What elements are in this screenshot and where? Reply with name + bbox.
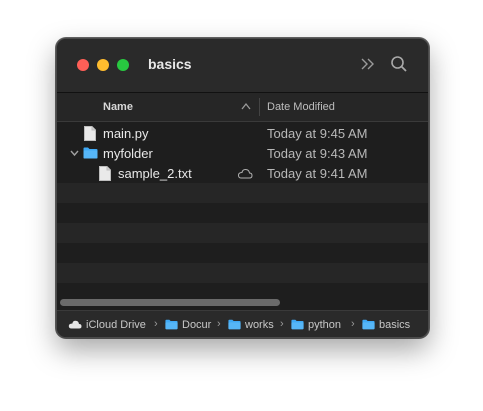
search-icon[interactable]: [390, 55, 408, 73]
finder-window: basics Name Date Modified main.py Today …: [56, 38, 429, 338]
document-icon: [84, 126, 96, 141]
chevron-down-icon[interactable]: [70, 149, 79, 157]
empty-row: [57, 243, 428, 263]
sort-ascending-icon[interactable]: [241, 102, 251, 110]
column-name-header[interactable]: Name: [103, 101, 133, 113]
column-date-header[interactable]: Date Modified: [267, 101, 335, 113]
file-name: main.py: [103, 126, 149, 141]
list-item[interactable]: main.py Today at 9:45 AM: [57, 123, 428, 143]
zoom-button[interactable]: [117, 59, 129, 71]
empty-row: [57, 263, 428, 283]
folder-name: myfolder: [103, 146, 153, 161]
document-icon: [99, 166, 111, 181]
date-modified: Today at 9:45 AM: [267, 126, 368, 141]
chevron-double-right-icon[interactable]: [360, 56, 376, 72]
path-separator: ›: [351, 318, 355, 330]
list-item[interactable]: sample_2.txt Today at 9:41 AM: [57, 163, 428, 183]
minimize-button[interactable]: [97, 59, 109, 71]
folder-icon: [83, 147, 98, 159]
date-modified: Today at 9:41 AM: [267, 166, 368, 181]
date-modified: Today at 9:43 AM: [267, 146, 368, 161]
title-bar: basics: [57, 39, 428, 93]
path-separator: ›: [280, 318, 284, 330]
window-title: basics: [148, 56, 192, 72]
folder-icon: [165, 319, 178, 330]
path-item-basics[interactable]: basics: [379, 319, 410, 331]
folder-icon: [291, 319, 304, 330]
path-item-documents[interactable]: Docur: [182, 319, 214, 331]
column-header: Name Date Modified: [57, 93, 428, 122]
path-item-works[interactable]: works: [245, 319, 277, 331]
path-item-python[interactable]: python: [308, 319, 341, 331]
file-name: sample_2.txt: [118, 166, 192, 181]
folder-icon: [228, 319, 241, 330]
scrollbar-thumb[interactable]: [60, 299, 280, 306]
path-separator: ›: [217, 318, 221, 330]
close-button[interactable]: [77, 59, 89, 71]
path-item-icloud-drive[interactable]: iCloud Drive: [86, 319, 146, 331]
empty-row: [57, 203, 428, 223]
list-item[interactable]: myfolder Today at 9:43 AM: [57, 143, 428, 163]
empty-row: [57, 183, 428, 203]
empty-row: [57, 283, 428, 295]
path-separator: ›: [154, 318, 158, 330]
column-divider[interactable]: [259, 98, 260, 116]
horizontal-scrollbar[interactable]: [57, 295, 428, 309]
folder-icon: [362, 319, 375, 330]
path-bar: iCloud Drive › Docur › works › python › …: [57, 310, 428, 337]
empty-row: [57, 223, 428, 243]
cloud-icon[interactable]: [237, 168, 253, 179]
file-list: main.py Today at 9:45 AM myfolder Today …: [57, 123, 428, 295]
cloud-icon: [68, 320, 82, 329]
